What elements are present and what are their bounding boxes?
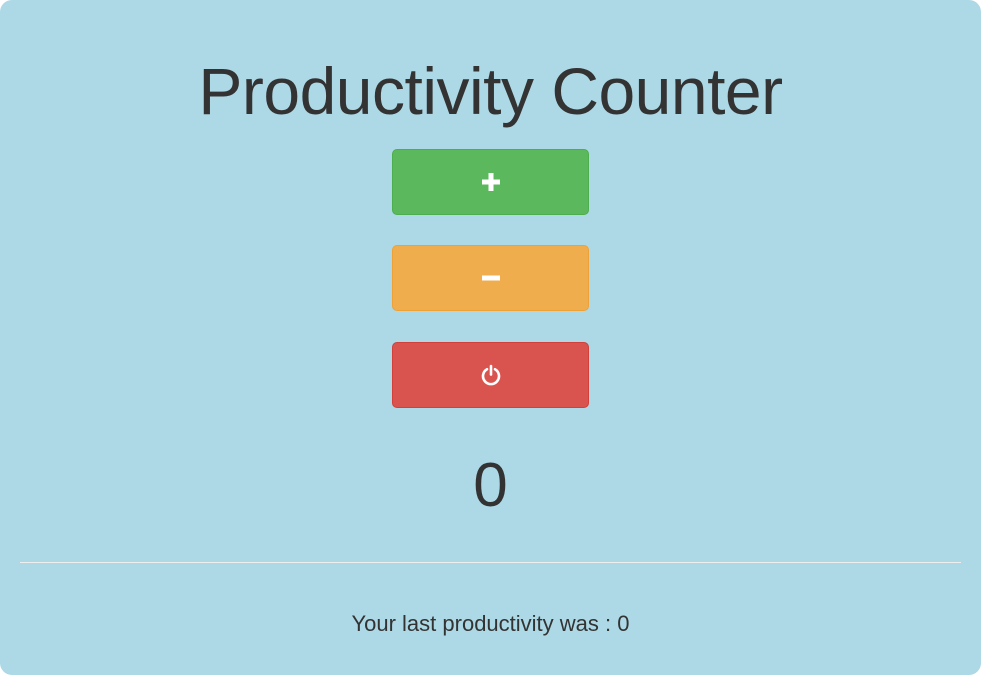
page-title: Productivity Counter bbox=[198, 54, 783, 128]
divider bbox=[20, 562, 961, 563]
last-productivity-value: 0 bbox=[617, 611, 630, 636]
counter-panel: Productivity Counter 0 Your last product… bbox=[0, 0, 981, 675]
decrement-button[interactable] bbox=[392, 245, 589, 311]
increment-button[interactable] bbox=[392, 149, 589, 215]
last-productivity-text: Your last productivity was : 0 bbox=[0, 608, 981, 640]
plus-icon bbox=[481, 172, 501, 192]
power-icon bbox=[480, 364, 502, 386]
minus-icon bbox=[481, 268, 501, 288]
last-productivity-label: Your last productivity was : bbox=[351, 611, 612, 636]
counter-value: 0 bbox=[473, 451, 508, 520]
reset-button[interactable] bbox=[392, 342, 589, 408]
